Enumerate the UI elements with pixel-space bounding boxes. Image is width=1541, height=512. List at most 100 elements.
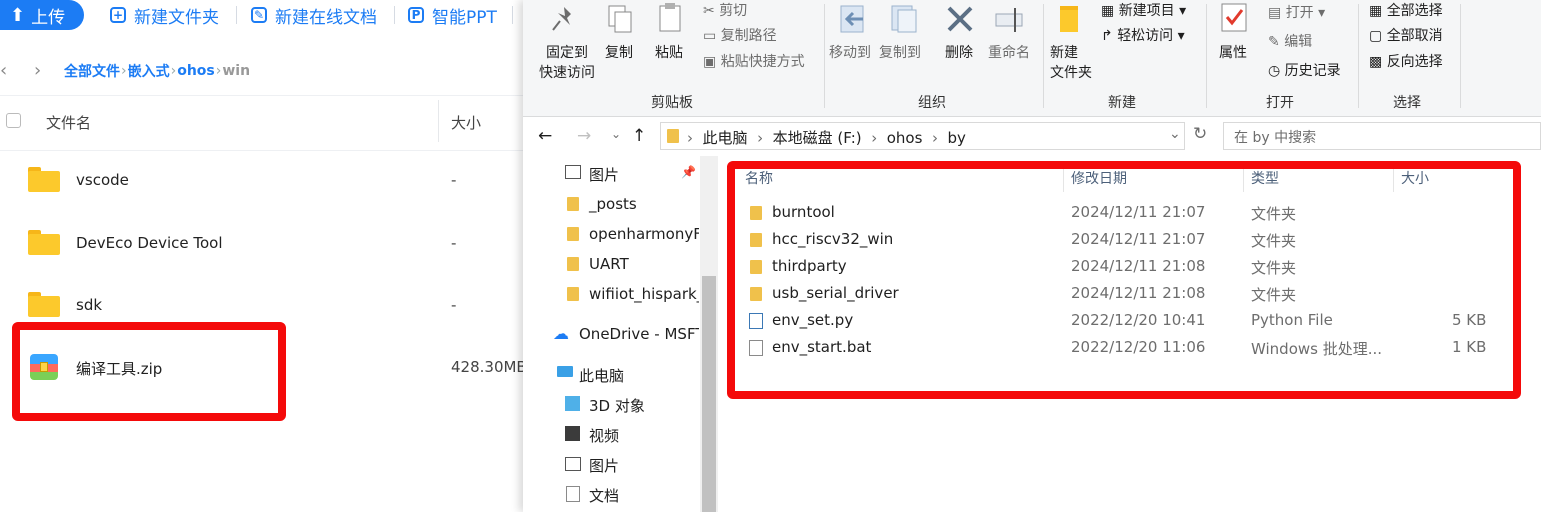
- copy-to-button[interactable]: 复制到: [879, 42, 921, 62]
- select-all-label: 全部选择: [1386, 3, 1443, 19]
- new-folder-button[interactable]: + 新建文件夹: [110, 0, 219, 30]
- forward-arrow-icon[interactable]: →: [577, 126, 591, 146]
- toolbar-divider: [236, 6, 237, 24]
- pin-quick-access-button[interactable]: 固定到 快速访问: [539, 42, 595, 82]
- edit-doc-icon: ✎: [251, 7, 267, 23]
- address-segment[interactable]: 此电脑: [703, 129, 748, 147]
- breadcrumb-separator-icon: ›: [757, 129, 764, 147]
- nav-item-3d-objects[interactable]: 3D 对象: [589, 395, 645, 416]
- history-icon: ◷: [1268, 63, 1281, 79]
- paste-button[interactable]: 粘贴: [655, 42, 683, 62]
- breadcrumb-link[interactable]: 全部文件: [64, 61, 120, 81]
- rename-button[interactable]: 重命名: [988, 42, 1030, 62]
- nav-item-pictures[interactable]: 图片: [589, 164, 619, 185]
- nav-item-posts[interactable]: _posts: [589, 195, 637, 213]
- group-label-open: 打开: [1266, 95, 1294, 111]
- pin-icon: 📌: [681, 165, 696, 179]
- back-arrow-icon[interactable]: ←: [538, 126, 552, 146]
- file-size: -: [451, 234, 457, 252]
- edit-button[interactable]: ✎ 编辑: [1268, 31, 1312, 51]
- delete-button[interactable]: 删除: [945, 42, 973, 62]
- nav-item-documents[interactable]: 文档: [589, 485, 619, 506]
- paste-shortcut-button[interactable]: ▣ 粘贴快捷方式: [703, 51, 805, 71]
- nav-item-openharmony[interactable]: openharmonyF: [589, 225, 699, 243]
- properties-button[interactable]: 属性: [1219, 42, 1247, 62]
- breadcrumb-link[interactable]: 嵌入式: [128, 61, 170, 81]
- toolbar-divider: [512, 6, 513, 24]
- smart-ppt-label: 智能PPT: [432, 7, 497, 28]
- group-label-organize: 组织: [918, 95, 946, 111]
- edit-icon: ✎: [1268, 34, 1280, 50]
- select-all-checkbox[interactable]: [6, 113, 21, 128]
- new-folder-label-line2: 文件夹: [1050, 65, 1092, 81]
- nav-scrollbar-thumb[interactable]: [702, 276, 716, 512]
- address-dropdown-icon[interactable]: ⌄: [1169, 126, 1181, 142]
- highlight-box: [12, 322, 286, 421]
- search-input[interactable]: 在 by 中搜索: [1223, 122, 1541, 150]
- refresh-icon[interactable]: ↻: [1193, 124, 1207, 144]
- nav-item-wifiiot[interactable]: wifiiot_hispark_: [589, 285, 699, 303]
- new-folder-label-line1: 新建: [1050, 45, 1078, 61]
- copy-button[interactable]: 复制: [605, 42, 633, 62]
- select-none-button[interactable]: ▢ 全部取消: [1369, 25, 1443, 45]
- column-header-name[interactable]: 文件名: [46, 112, 91, 133]
- invert-selection-button[interactable]: ▩ 反向选择: [1369, 51, 1443, 71]
- this-pc-icon: [557, 366, 573, 377]
- nav-item-uart[interactable]: UART: [589, 255, 629, 273]
- breadcrumb-current: win: [222, 63, 251, 79]
- upload-button[interactable]: ⬆ 上传: [0, 0, 84, 30]
- breadcrumb-separator-icon: ›: [170, 63, 177, 79]
- up-arrow-icon[interactable]: ↑: [632, 126, 646, 146]
- file-name: vscode: [76, 171, 129, 189]
- group-divider: [1206, 4, 1207, 108]
- recent-locations-icon[interactable]: ⌄: [611, 127, 621, 141]
- open-button[interactable]: ▤ 打开 ▾: [1268, 2, 1325, 22]
- upload-icon: ⬆: [10, 4, 26, 26]
- address-segment[interactable]: by: [948, 129, 966, 147]
- cloud-drive-panel: ⬆ 上传 + 新建文件夹 ✎ 新建在线文档 P 智能PPT ‹ › 全部文件 › …: [0, 0, 527, 512]
- nav-item-onedrive[interactable]: OneDrive - MSFT: [579, 325, 699, 343]
- forward-arrow-icon[interactable]: ›: [34, 60, 41, 81]
- history-button[interactable]: ◷ 历史记录: [1268, 60, 1341, 80]
- cut-label: 剪切: [719, 3, 748, 19]
- search-placeholder: 在 by 中搜索: [1234, 130, 1317, 146]
- dropdown-arrow-icon: ▾: [1177, 28, 1185, 44]
- new-folder-icon: [1060, 6, 1078, 32]
- easy-access-button[interactable]: ↱ 轻松访问 ▾: [1101, 25, 1185, 45]
- pin-label-line2: 快速访问: [539, 65, 595, 81]
- nav-item-pictures-2[interactable]: 图片: [589, 455, 619, 476]
- copy-path-button[interactable]: ▭ 复制路径: [703, 25, 777, 45]
- column-header-size[interactable]: 大小: [451, 112, 481, 133]
- nav-item-this-pc[interactable]: 此电脑: [579, 365, 624, 386]
- paste-shortcut-label: 粘贴快捷方式: [720, 54, 805, 70]
- cut-button[interactable]: ✂ 剪切: [703, 0, 747, 20]
- onedrive-icon: ☁: [553, 324, 569, 343]
- smart-ppt-button[interactable]: P 智能PPT: [408, 0, 497, 30]
- select-none-label: 全部取消: [1386, 28, 1443, 44]
- move-to-button[interactable]: 移动到: [829, 42, 871, 62]
- breadcrumb-link[interactable]: ohos: [177, 63, 215, 79]
- new-online-doc-button[interactable]: ✎ 新建在线文档: [251, 0, 377, 30]
- dropdown-arrow-icon: ▾: [1318, 5, 1326, 21]
- copy-to-icon: [891, 5, 917, 33]
- edit-label: 编辑: [1284, 34, 1313, 50]
- breadcrumb: › 此电脑 › 本地磁盘 (F:) › ohos › by: [687, 127, 966, 148]
- folder-icon: [567, 197, 579, 211]
- back-arrow-icon[interactable]: ‹: [0, 60, 7, 81]
- videos-icon: [565, 426, 580, 441]
- breadcrumb: 全部文件 › 嵌入式 › ohos › win: [64, 60, 250, 82]
- ppt-icon: P: [408, 7, 424, 23]
- highlight-box: [727, 161, 1521, 399]
- file-name: DevEco Device Tool: [76, 234, 223, 252]
- new-item-button[interactable]: ▦ 新建项目 ▾: [1101, 0, 1186, 20]
- new-folder-explorer-button[interactable]: 新建 文件夹: [1050, 42, 1092, 82]
- file-row[interactable]: vscode -: [0, 150, 524, 212]
- group-label-clipboard: 剪贴板: [651, 95, 693, 111]
- file-row[interactable]: DevEco Device Tool -: [0, 212, 524, 274]
- address-segment[interactable]: ohos: [887, 129, 923, 147]
- address-segment[interactable]: 本地磁盘 (F:): [773, 129, 862, 147]
- select-all-button[interactable]: ▦ 全部选择: [1369, 0, 1443, 20]
- new-item-label: 新建项目: [1118, 3, 1175, 19]
- file-size: -: [451, 171, 457, 189]
- nav-item-videos[interactable]: 视频: [589, 425, 619, 446]
